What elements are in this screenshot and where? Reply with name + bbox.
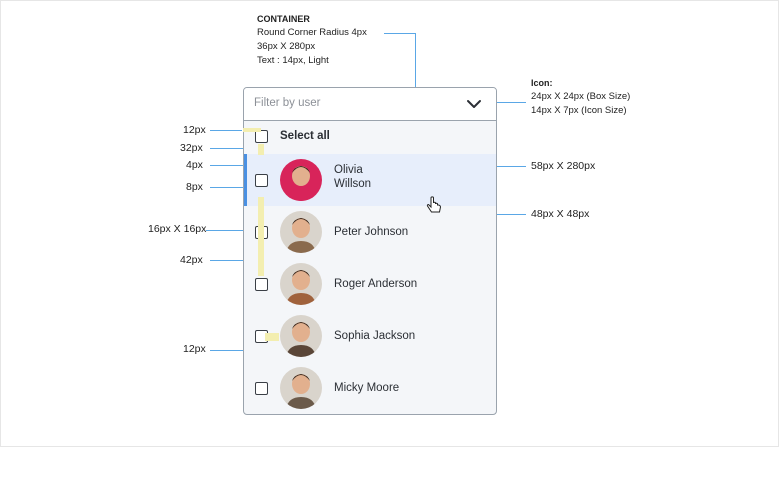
user-name: Sophia Jackson — [334, 330, 416, 342]
container-spec: CONTAINER Round Corner Radius 4px 36px X… — [257, 12, 367, 68]
icon-spec-line: 24px X 24px (Box Size) — [531, 91, 631, 102]
user-first-name: Olivia — [334, 164, 363, 176]
avatar — [280, 263, 322, 305]
spacing-label: 4px — [186, 159, 203, 171]
container-spec-line: Text : 14px, Light — [257, 55, 329, 66]
chevron-down-icon[interactable] — [464, 94, 484, 114]
leader-line — [210, 130, 242, 131]
user-name: Peter Johnson — [334, 226, 409, 238]
leader-line — [384, 33, 416, 34]
row-size-label: 58px X 280px — [531, 160, 596, 172]
user-filter-dropdown: Filter by user Select all Olivia Willson P… — [243, 87, 497, 415]
user-name: Micky Moore — [334, 382, 400, 394]
avatar — [280, 367, 322, 409]
user-row[interactable]: Roger Anderson — [244, 258, 496, 310]
user-last-name: Willson — [334, 178, 372, 190]
leader-line — [415, 33, 416, 91]
user-name: Olivia Willson — [334, 163, 371, 191]
spacing-label: 12px — [183, 343, 206, 355]
spacing-guide — [258, 144, 264, 155]
spacing-label: 12px — [183, 124, 206, 136]
select-all-label: Select all — [280, 130, 330, 142]
avatar-size-label: 48px X 48px — [531, 208, 590, 220]
filter-placeholder: Filter by user — [254, 97, 321, 109]
spacing-label: 42px — [180, 254, 203, 266]
spacing-guide — [258, 197, 264, 276]
spacing-guide — [265, 333, 279, 341]
leader-line — [210, 165, 243, 166]
container-spec-heading: CONTAINER — [257, 14, 310, 24]
spacing-label: 32px — [180, 142, 203, 154]
spacing-guide — [243, 128, 261, 132]
user-row[interactable]: Sophia Jackson — [244, 310, 496, 362]
avatar — [280, 211, 322, 253]
spacing-label: 8px — [186, 181, 203, 193]
user-checkbox[interactable] — [255, 174, 268, 187]
avatar — [280, 315, 322, 357]
select-all-row[interactable]: Select all — [244, 121, 496, 151]
filter-input[interactable]: Filter by user — [244, 88, 496, 121]
leader-line — [496, 166, 526, 167]
icon-spec-heading: Icon: — [531, 78, 553, 88]
container-spec-line: Round Corner Radius 4px — [257, 27, 367, 38]
user-checkbox[interactable] — [255, 382, 268, 395]
user-row[interactable]: Micky Moore — [244, 362, 496, 414]
hand-cursor-icon — [426, 196, 442, 213]
icon-spec: Icon: 24px X 24px (Box Size) 14px X 7px … — [531, 76, 630, 118]
container-spec-line: 36px X 280px — [257, 41, 316, 52]
user-name: Roger Anderson — [334, 278, 418, 290]
user-row[interactable]: Olivia Willson — [244, 154, 496, 206]
icon-spec-line: 14px X 7px (Icon Size) — [531, 105, 627, 116]
avatar — [280, 159, 322, 201]
user-checkbox[interactable] — [255, 278, 268, 291]
hover-indicator — [244, 154, 247, 206]
checkbox-size-label: 16px X 16px — [148, 223, 207, 235]
user-row[interactable]: Peter Johnson — [244, 206, 496, 258]
